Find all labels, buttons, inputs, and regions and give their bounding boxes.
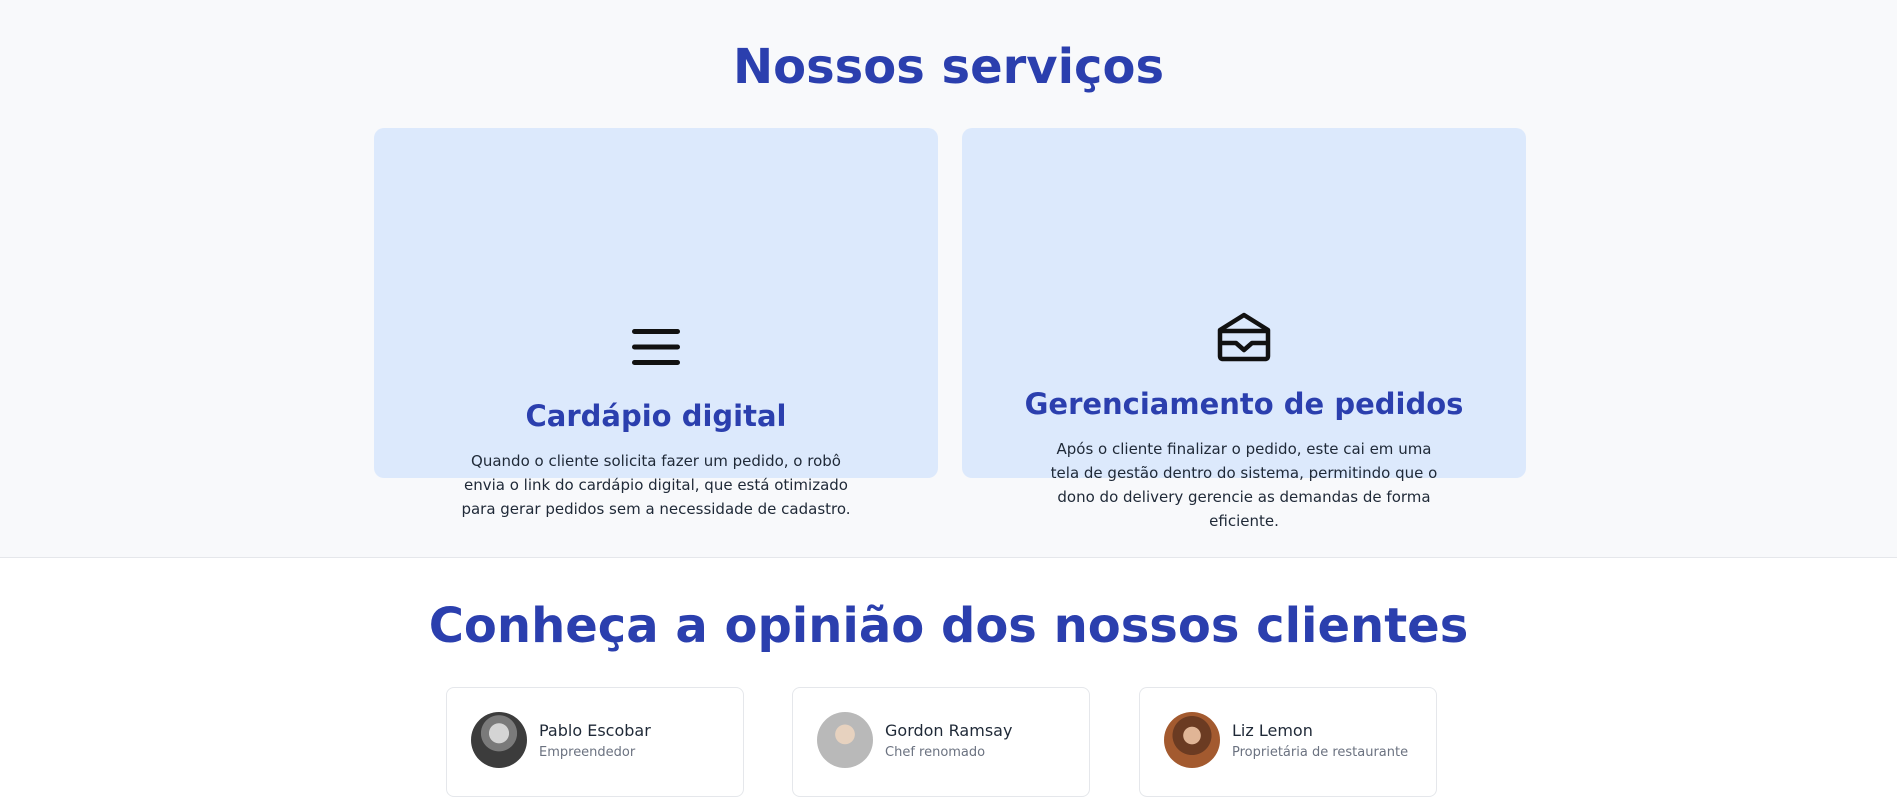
inbox-tray-icon	[1216, 312, 1272, 366]
testimonial-role: Proprietária de restaurante	[1232, 745, 1409, 760]
services-title: Nossos serviços	[732, 39, 1165, 95]
testimonial-name: Gordon Ramsay	[885, 721, 1013, 740]
testimonial-card: Liz Lemon Proprietária de restaurante	[1139, 687, 1437, 797]
testimonial-name: Pablo Escobar	[539, 721, 651, 740]
service-card-description: Quando o cliente solicita fazer um pedid…	[461, 452, 851, 518]
service-card-title: Cardápio digital	[525, 399, 787, 433]
avatar	[1164, 712, 1220, 768]
avatar	[817, 712, 873, 768]
testimonial-role: Empreendedor	[539, 745, 636, 760]
testimonial-name: Liz Lemon	[1232, 721, 1313, 740]
menu-icon	[631, 326, 681, 372]
service-card-title: Gerenciamento de pedidos	[1024, 387, 1464, 421]
testimonial-role: Chef renomado	[885, 745, 986, 760]
services-section: Nossos serviços Cardápio digital Quando …	[0, 0, 1897, 558]
testimonial-card: Pablo Escobar Empreendedor	[446, 687, 744, 797]
avatar	[471, 712, 527, 768]
service-card-digital-menu: Cardápio digital Quando o cliente solici…	[374, 128, 938, 518]
testimonial-card: Gordon Ramsay Chef renomado	[792, 687, 1090, 797]
service-card-description: Após o cliente finalizar o pedido, este …	[1050, 440, 1438, 530]
service-card-order-management: Gerenciamento de pedidos Após o cliente …	[962, 128, 1526, 530]
testimonials-title: Conheça a opinião dos nossos clientes	[428, 598, 1469, 654]
